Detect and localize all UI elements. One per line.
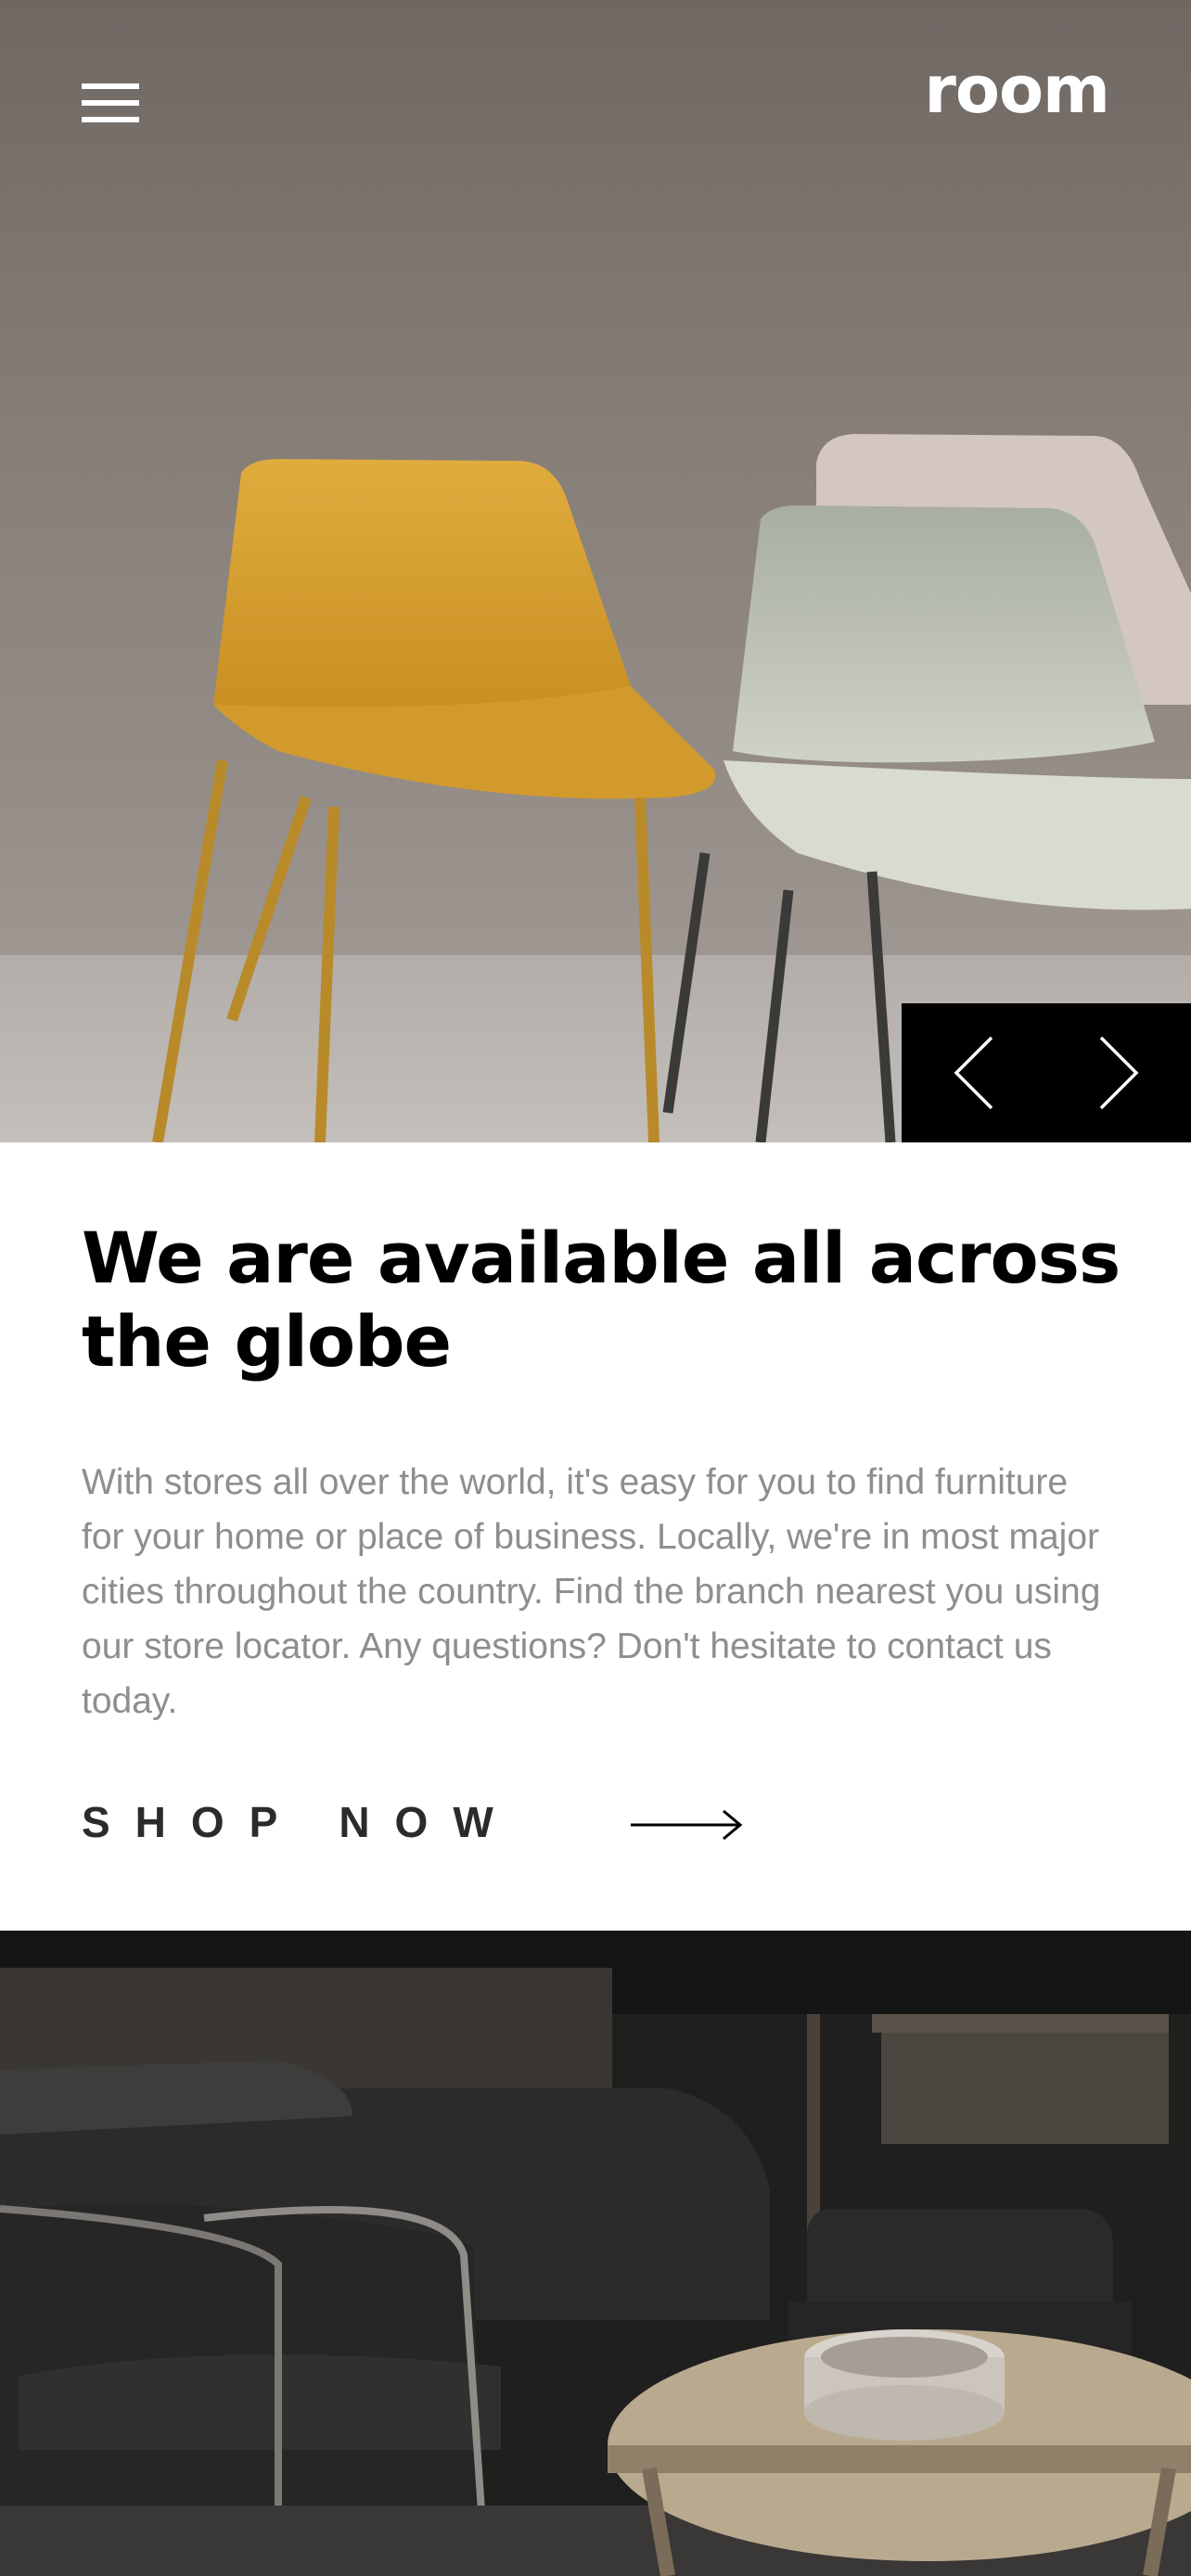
previous-slide-button[interactable] [902,1003,1046,1142]
section-body: With stores all over the world, it's eas… [82,1462,1101,1721]
next-slide-button[interactable] [1046,1003,1191,1142]
shop-now-label: SHOP NOW [82,1798,519,1846]
chevron-right-icon [1099,1036,1139,1110]
brand-logo[interactable]: room [924,57,1110,122]
chevron-left-icon [954,1036,993,1110]
hero-section: room [0,0,1191,1142]
gallery-image [0,1931,1191,2576]
section-title: We are available all across the globe [82,1217,1121,1383]
hero-image [0,434,1191,1142]
hamburger-menu-icon[interactable] [82,82,141,124]
arrow-right-icon [631,1809,743,1841]
slider-controls [902,1003,1191,1142]
shop-now-link[interactable]: SHOP NOW [82,1790,768,1855]
about-section: We are available all across the globe Wi… [0,1142,1191,1931]
